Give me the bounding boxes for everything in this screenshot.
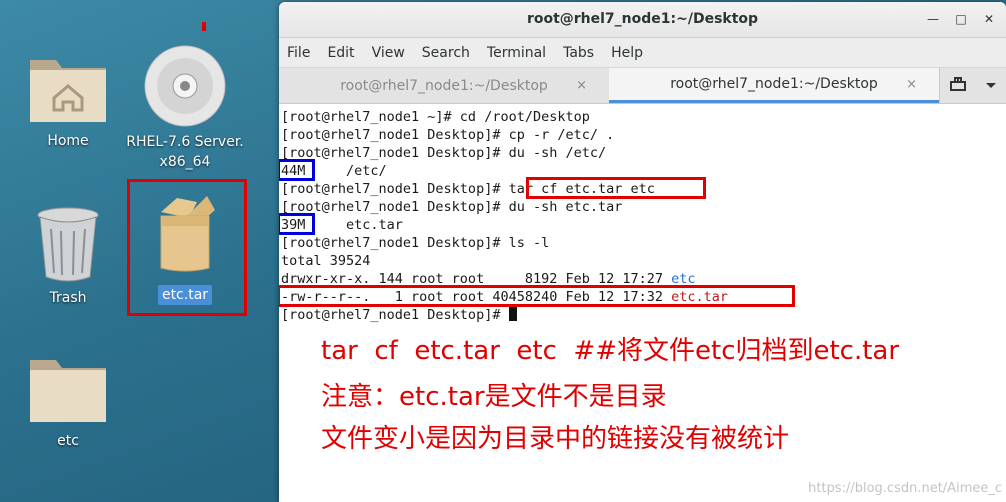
tab-1-label: root@rhel7_node1:~/Desktop [340, 77, 548, 94]
terminal-prompt-line: [root@rhel7_node1 Desktop]# [281, 306, 1006, 324]
tab-tools [939, 68, 1006, 103]
new-tab-icon[interactable] [949, 76, 967, 96]
terminal-line: [root@rhel7_node1 Desktop]# du -sh /etc/ [281, 145, 607, 161]
minimize-icon[interactable]: — [924, 10, 942, 28]
desktop-icon-home[interactable]: Home [8, 46, 128, 151]
tab-close-icon[interactable]: × [906, 77, 917, 92]
menu-edit[interactable]: Edit [327, 45, 354, 61]
folder-icon [30, 360, 106, 422]
close-icon[interactable]: ✕ [980, 10, 998, 28]
tar-command-highlight-box [526, 177, 706, 199]
desktop-icon-trash[interactable]: Trash [8, 205, 128, 308]
desktop-label-trash: Trash [49, 290, 87, 306]
menu-bar: File Edit View Search Terminal Tabs Help [279, 38, 1006, 68]
desktop-icon-etc-tar[interactable]: etc.tar [125, 190, 245, 305]
etc-tar-row-highlight-box [279, 285, 795, 307]
terminal-window: root@rhel7_node1:~/Desktop — □ ✕ File Ed… [279, 2, 1006, 502]
annotation-line-3: 文件变小是因为目录中的链接没有被统计 [321, 424, 790, 454]
annotation-line-1: tar cf etc.tar etc ##将文件etc归档到etc.tar [321, 336, 900, 366]
terminal-line: [root@rhel7_node1 Desktop]# du -sh etc.t… [281, 199, 623, 215]
desktop-icon-rhel-disc[interactable]: RHEL-7.6 Server. x86_64 [125, 42, 245, 172]
menu-help[interactable]: Help [611, 45, 643, 61]
tab-1[interactable]: root@rhel7_node1:~/Desktop × [279, 68, 609, 103]
tab-menu-chevron-down-icon[interactable] [985, 78, 997, 94]
tab-bar: root@rhel7_node1:~/Desktop × root@rhel7_… [279, 68, 1006, 104]
terminal-output[interactable]: [root@rhel7_node1 ~]# cd /root/Desktop [… [279, 104, 1006, 502]
disc-icon [144, 45, 226, 127]
menu-view[interactable]: View [372, 45, 405, 61]
menu-tabs[interactable]: Tabs [563, 45, 594, 61]
terminal-line: [root@rhel7_node1 ~]# cd /root/Desktop [281, 109, 590, 125]
tab-close-icon[interactable]: × [576, 78, 587, 93]
annotation-line-2: 注意：etc.tar是文件不是目录 [321, 382, 667, 412]
terminal-line: [root@rhel7_node1 Desktop]# ls -l [281, 235, 550, 251]
desktop-label-home: Home [47, 133, 89, 149]
menu-search[interactable]: Search [422, 45, 470, 61]
tab-2[interactable]: root@rhel7_node1:~/Desktop × [609, 68, 939, 103]
desktop-label-etc-tar: etc.tar [157, 285, 213, 305]
maximize-icon[interactable]: □ [952, 10, 970, 28]
trash-icon [37, 207, 99, 282]
menu-terminal[interactable]: Terminal [487, 45, 546, 61]
menu-file[interactable]: File [287, 45, 310, 61]
desktop-icon-etc-folder[interactable]: etc [8, 346, 128, 451]
tab-2-label: root@rhel7_node1:~/Desktop [670, 76, 878, 92]
red-marker [202, 22, 206, 31]
terminal-line: total 39524 [281, 253, 371, 269]
prompt: [root@rhel7_node1 Desktop]# [281, 307, 509, 323]
title-bar[interactable]: root@rhel7_node1:~/Desktop — □ ✕ [279, 2, 1006, 38]
terminal-line: [root@rhel7_node1 Desktop]# cp -r /etc/ … [281, 127, 615, 143]
text-cursor [508, 306, 517, 321]
window-title: root@rhel7_node1:~/Desktop [526, 11, 759, 27]
size-39m-highlight-box [279, 213, 315, 235]
terminal-line: 39M etc.tar [281, 217, 403, 233]
watermark: https://blog.csdn.net/Aimee_c [808, 481, 1002, 496]
size-44m-highlight-box [279, 159, 315, 181]
folder-home-icon [30, 60, 106, 122]
desktop-label-etc: etc [57, 433, 79, 449]
archive-icon [160, 196, 215, 272]
desktop-label-rhel: RHEL-7.6 Server. x86_64 [126, 134, 244, 170]
window-controls: — □ ✕ [924, 10, 998, 28]
